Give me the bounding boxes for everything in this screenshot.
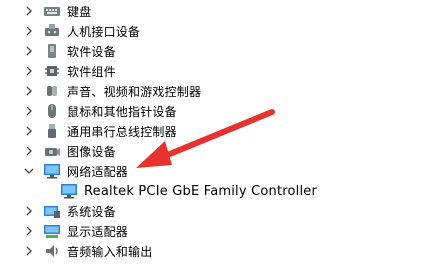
tree-category-item[interactable]: 软件组件 bbox=[24, 61, 116, 81]
tree-category-item[interactable]: 鼠标和其他指针设备 bbox=[24, 101, 177, 121]
tree-item-label: 声音、视频和游戏控制器 bbox=[67, 84, 202, 99]
chevron-right-icon[interactable] bbox=[24, 206, 34, 216]
software-component-icon bbox=[43, 63, 61, 79]
tree-category-item[interactable]: 显示适配器 bbox=[24, 221, 128, 241]
tree-item-label: 软件组件 bbox=[67, 64, 116, 79]
mouse-icon bbox=[43, 103, 61, 119]
tree-category-item[interactable]: 通用串行总线控制器 bbox=[24, 121, 177, 141]
tree-category-item[interactable]: 图像设备 bbox=[24, 141, 116, 161]
tree-item-label: 系统设备 bbox=[67, 204, 116, 219]
system-device-icon bbox=[43, 203, 61, 219]
software-device-icon bbox=[43, 43, 61, 59]
tree-category-item[interactable]: 键盘 bbox=[24, 1, 91, 21]
tree-category-item[interactable]: 软件设备 bbox=[24, 41, 116, 61]
chevron-right-icon[interactable] bbox=[24, 6, 34, 16]
keyboard-icon bbox=[43, 3, 61, 19]
tree-item-label: 键盘 bbox=[67, 4, 92, 19]
hid-icon bbox=[43, 23, 61, 39]
network-adapter-icon bbox=[60, 183, 78, 199]
chevron-right-icon[interactable] bbox=[24, 126, 34, 136]
usb-icon bbox=[43, 123, 61, 139]
network-adapter-icon bbox=[43, 163, 61, 179]
camera-icon bbox=[43, 143, 61, 159]
display-adapter-icon bbox=[43, 223, 61, 239]
tree-item-label: 通用串行总线控制器 bbox=[67, 124, 177, 139]
tree-child-item[interactable]: Realtek PCIe GbE Family Controller bbox=[60, 181, 317, 201]
tree-item-label: Realtek PCIe GbE Family Controller bbox=[84, 183, 318, 199]
tree-item-label: 人机接口设备 bbox=[67, 24, 141, 39]
chevron-right-icon[interactable] bbox=[24, 86, 34, 96]
chevron-right-icon[interactable] bbox=[24, 246, 34, 256]
tree-category-item[interactable]: 音频输入和输出 bbox=[24, 241, 152, 261]
tree-category-item[interactable]: 声音、视频和游戏控制器 bbox=[24, 81, 201, 101]
chevron-down-icon[interactable] bbox=[24, 166, 34, 176]
tree-item-label: 显示适配器 bbox=[67, 224, 129, 239]
device-tree: 键盘人机接口设备 软件设备软件组件声音、视频和游戏控制器 鼠标和其他指针设备 通用串行… bbox=[0, 0, 423, 265]
chevron-right-icon[interactable] bbox=[24, 26, 34, 36]
speaker-icon bbox=[43, 83, 61, 99]
chevron-right-icon[interactable] bbox=[24, 66, 34, 76]
tree-item-label: 音频输入和输出 bbox=[67, 244, 153, 259]
audio-io-icon bbox=[43, 243, 61, 259]
chevron-right-icon[interactable] bbox=[24, 146, 34, 156]
tree-item-label: 网络适配器 bbox=[67, 164, 129, 179]
tree-category-item[interactable]: 系统设备 bbox=[24, 201, 116, 221]
tree-item-label: 图像设备 bbox=[67, 144, 116, 159]
tree-item-label: 鼠标和其他指针设备 bbox=[67, 104, 177, 119]
chevron-right-icon[interactable] bbox=[24, 106, 34, 116]
chevron-right-icon[interactable] bbox=[24, 226, 34, 236]
tree-category-item[interactable]: 网络适配器 bbox=[24, 161, 128, 181]
tree-item-label: 软件设备 bbox=[67, 44, 116, 59]
chevron-right-icon[interactable] bbox=[24, 46, 34, 56]
tree-category-item[interactable]: 人机接口设备 bbox=[24, 21, 140, 41]
